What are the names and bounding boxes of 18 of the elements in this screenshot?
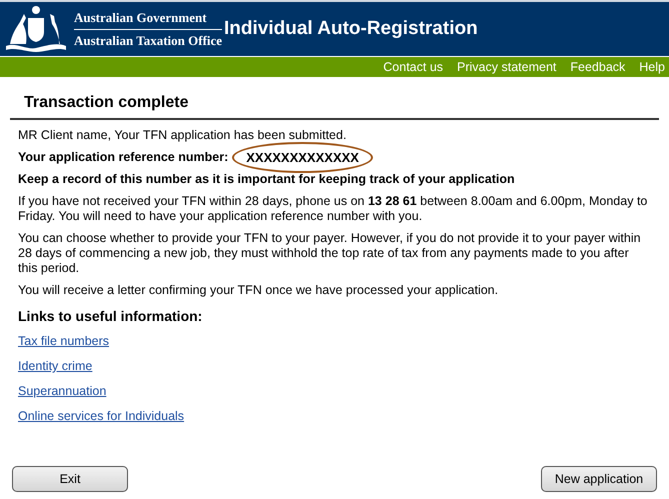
record-note: Keep a record of this number as it is important for keeping track of your application (18, 172, 516, 187)
info-link[interactable]: Superannuation (18, 384, 106, 399)
info-link[interactable]: Online services for Individuals (18, 409, 184, 424)
info-paragraph: You will receive a letter confirming your TFN once we have processed your application. (18, 283, 500, 298)
info-paragraph: You can choose whether to provide your TFN to your payer. However, if you do not provide it to your payer within 28 days of commencing a new job, they must withhold the top rate of tax from any payments made to you after this period. (18, 231, 642, 276)
exit-button[interactable]: Exit (12, 466, 128, 492)
info-paragraph: If you have not received your TFN within 28 days, phone us on 13 28 61 between 8.00am and 6.00pm, Monday to Friday. You will need to have your application reference number with you. (18, 194, 648, 224)
confirmation-text: MR Client name, Your TFN application has been submitted. (18, 128, 348, 143)
reference-label: Your application reference number: (18, 150, 228, 165)
info-link[interactable]: Identity crime (18, 359, 92, 374)
agency-name: Australian Government (74, 10, 222, 30)
app-title: Individual Auto-Registration (224, 18, 478, 40)
links-heading: Links to useful information: (18, 309, 204, 324)
page-title: Transaction complete (10, 77, 659, 120)
new-application-button[interactable]: New application (541, 466, 657, 492)
agency-name: Australian Taxation Office (74, 32, 222, 48)
info-link[interactable]: Tax file numbers (18, 334, 110, 349)
reference-number: XXXXXXXXXXXXX (232, 142, 373, 173)
